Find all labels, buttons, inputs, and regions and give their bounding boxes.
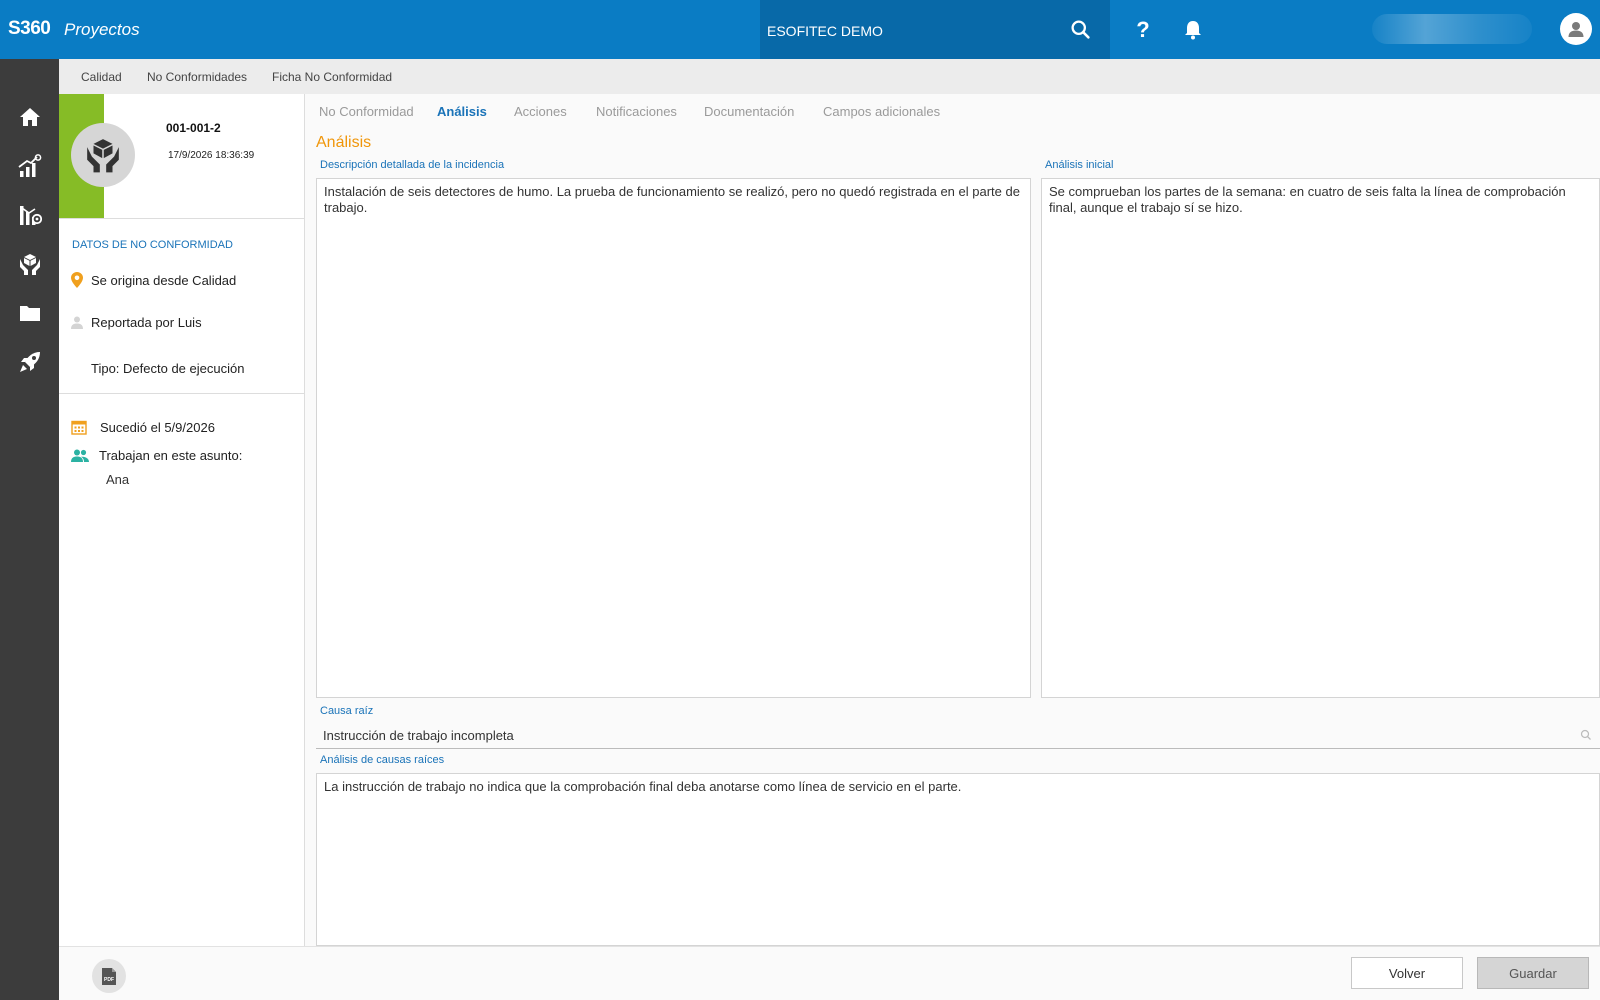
main-content: No Conformidad Análisis Acciones Notific…	[306, 94, 1600, 946]
home-icon	[19, 108, 40, 126]
description-label: Descripción detallada de la incidencia	[320, 159, 505, 171]
left-navigation	[0, 59, 59, 1000]
type-text: Tipo: Defecto de ejecución	[91, 361, 245, 376]
section-heading: Análisis	[316, 134, 372, 151]
tab-documentacion[interactable]: Documentación	[704, 104, 794, 119]
user-avatar-icon	[1568, 22, 1584, 37]
record-type-avatar	[71, 123, 135, 187]
nav-projects[interactable]	[0, 342, 59, 382]
type-row: Tipo: Defecto de ejecución	[71, 361, 244, 376]
pdf-export-button[interactable]: PDF	[92, 959, 126, 993]
calendar-icon	[71, 419, 100, 435]
record-date: 17/9/2026 18:36:39	[168, 150, 255, 161]
save-button[interactable]: Guardar	[1477, 957, 1589, 989]
user-avatar[interactable]	[1560, 13, 1592, 45]
user-name-redacted	[1372, 14, 1532, 44]
details-section-title: DATOS DE NO CONFORMIDAD	[72, 239, 233, 251]
record-summary-panel: 001-001-2 17/9/2026 18:36:39 DATOS DE NO…	[59, 94, 305, 946]
tab-notificaciones[interactable]: Notificaciones	[596, 104, 677, 119]
search-icon	[1071, 20, 1090, 39]
stats-icon	[17, 154, 41, 177]
nav-documents[interactable]	[0, 293, 59, 333]
root-cause-lookup[interactable]: Instrucción de trabajo incompleta	[316, 719, 1600, 749]
occurred-row: Sucedió el 5/9/2026	[71, 419, 215, 435]
nav-home[interactable]	[0, 97, 59, 137]
help-button[interactable]: ?	[1120, 0, 1166, 59]
root-cause-value: Instrucción de trabajo incompleta	[323, 728, 514, 743]
description-field[interactable]: Instalación de seis detectores de humo. …	[316, 178, 1031, 698]
record-code: 001-001-2	[166, 121, 221, 135]
nav-chart-settings[interactable]	[0, 195, 59, 235]
top-bar: S360 Proyectos ESOFITEC DEMO ?	[0, 0, 1600, 59]
tab-analisis[interactable]: Análisis	[437, 104, 487, 119]
reporter-text: Reportada por Luis	[91, 315, 202, 330]
workers-label: Trabajan en este asunto:	[99, 448, 243, 463]
divider	[59, 218, 305, 219]
search-button[interactable]	[1051, 0, 1110, 59]
company-name: ESOFITEC DEMO	[767, 23, 883, 39]
company-selector[interactable]: ESOFITEC DEMO	[760, 0, 1110, 59]
nav-quality[interactable]	[0, 244, 59, 284]
initial-analysis-label: Análisis inicial	[1045, 159, 1114, 171]
root-cause-analysis-label: Análisis de causas raíces	[320, 754, 445, 766]
breadcrumb-item-calidad[interactable]: Calidad	[81, 70, 122, 84]
bell-icon	[1185, 20, 1201, 39]
pdf-icon-label: PDF	[104, 977, 114, 983]
workers-row: Trabajan en este asunto:	[71, 448, 242, 463]
app-name: Proyectos	[64, 20, 140, 39]
root-cause-analysis-field[interactable]: La instrucción de trabajo no indica que …	[316, 773, 1600, 946]
occurred-text: Sucedió el 5/9/2026	[100, 419, 215, 435]
rocket-icon	[19, 352, 40, 372]
location-pin-icon	[71, 272, 91, 288]
user-icon	[71, 316, 91, 329]
nav-stats[interactable]	[0, 146, 59, 186]
app-logo[interactable]: S360	[8, 18, 51, 40]
back-button[interactable]: Volver	[1351, 957, 1463, 989]
initial-analysis-field[interactable]: Se comprueban los partes de la semana: e…	[1041, 178, 1600, 698]
breadcrumb: Calidad No Conformidades Ficha No Confor…	[59, 59, 1600, 94]
chart-settings-icon	[19, 206, 42, 225]
breadcrumb-item-ficha[interactable]: Ficha No Conformidad	[272, 70, 392, 84]
breadcrumb-item-no-conformidades[interactable]: No Conformidades	[147, 70, 247, 84]
users-icon	[71, 449, 99, 463]
reporter-row: Reportada por Luis	[71, 315, 202, 330]
bottom-action-bar: PDF Volver Guardar	[59, 946, 1600, 1000]
root-cause-label: Causa raíz	[320, 705, 374, 717]
quality-hands-icon	[87, 139, 119, 173]
help-icon: ?	[1136, 16, 1150, 42]
notifications-button[interactable]	[1170, 0, 1216, 59]
origin-text: Se origina desde Calidad	[91, 272, 237, 288]
tab-no-conformidad[interactable]: No Conformidad	[319, 104, 414, 119]
search-icon[interactable]	[1580, 728, 1592, 746]
tab-acciones[interactable]: Acciones	[514, 104, 567, 119]
folder-icon	[19, 306, 40, 321]
origin-row: Se origina desde Calidad	[71, 272, 236, 288]
pdf-icon: PDF	[102, 967, 116, 985]
divider	[59, 393, 305, 394]
quality-hands-icon	[19, 254, 40, 275]
tab-campos-adicionales[interactable]: Campos adicionales	[823, 104, 940, 119]
worker-name: Ana	[106, 472, 130, 487]
